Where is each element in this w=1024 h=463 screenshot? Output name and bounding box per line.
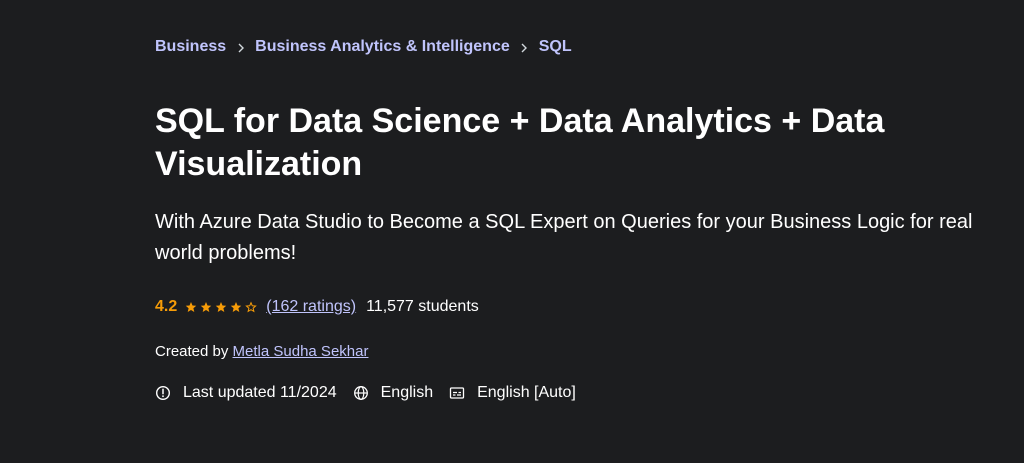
star-filled-icon [185, 301, 197, 313]
students-count: 11,577 students [366, 298, 479, 315]
rating-row: 4.2 (162 ratings) 11,577 students [155, 298, 479, 316]
chevron-right-icon [226, 39, 255, 56]
language: English [353, 384, 433, 402]
captions: English [Auto] [449, 384, 576, 402]
star-filled-icon [200, 301, 212, 313]
course-meta-row: Last updated 11/2024 English English [Au… [155, 384, 592, 402]
language-text: English [380, 384, 434, 401]
breadcrumb-item-sql[interactable]: SQL [539, 38, 572, 56]
last-updated: Last updated 11/2024 [155, 384, 337, 402]
star-filled-icon [215, 301, 227, 313]
alert-clock-icon [155, 385, 171, 401]
breadcrumb: Business Business Analytics & Intelligen… [155, 38, 572, 56]
captions-text: English [Auto] [477, 384, 576, 401]
created-by-label: Created by [155, 343, 233, 360]
course-hero: Business Business Analytics & Intelligen… [0, 0, 1024, 463]
chevron-right-icon [510, 39, 539, 56]
star-empty-icon [245, 301, 258, 313]
ratings-count-link[interactable]: (162 ratings) [266, 298, 356, 316]
star-rating [185, 301, 258, 313]
closed-captions-icon [449, 387, 465, 399]
course-subtitle: With Azure Data Studio to Become a SQL E… [155, 211, 973, 264]
star-filled-icon [230, 301, 242, 313]
globe-icon [353, 386, 368, 400]
breadcrumb-item-business[interactable]: Business [155, 38, 226, 56]
breadcrumb-item-business-analytics[interactable]: Business Analytics & Intelligence [255, 38, 510, 56]
rating-value: 4.2 [155, 298, 178, 315]
course-title: SQL for Data Science + Data Analytics + … [155, 102, 885, 183]
instructor-link[interactable]: Metla Sudha Sekhar [233, 343, 369, 360]
created-by-row: Created by Metla Sudha Sekhar [155, 343, 368, 360]
last-updated-text: Last updated 11/2024 [183, 384, 337, 401]
